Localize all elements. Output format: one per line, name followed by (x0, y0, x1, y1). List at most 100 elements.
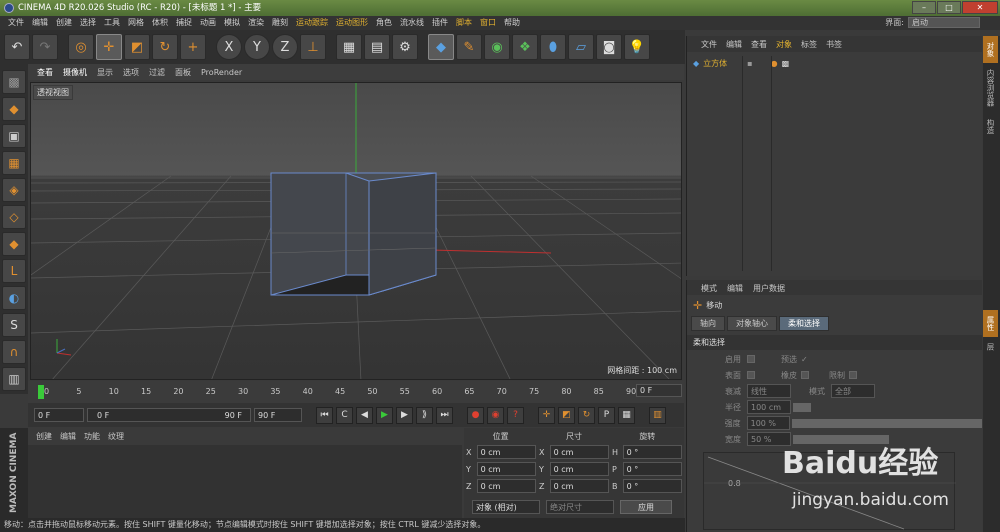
apply-button[interactable]: 应用 (620, 500, 672, 514)
key-scale-icon[interactable]: ◩ (558, 406, 575, 424)
width-field[interactable]: 50 % (747, 432, 791, 446)
viewport-menu-item-1[interactable]: 摄像机 (58, 67, 92, 78)
undo-icon[interactable]: ↶ (4, 34, 30, 60)
create-icon[interactable]: + (180, 34, 206, 60)
coord-field[interactable]: 0 cm (549, 479, 609, 493)
lock-icon[interactable]: ▥ (2, 367, 26, 391)
menu-item-5[interactable]: 网格 (124, 16, 148, 30)
enable-checkbox[interactable] (747, 355, 755, 363)
preview-check-icon[interactable]: ✓ (801, 355, 808, 364)
key-position-icon[interactable]: ✛ (538, 406, 555, 424)
attribute-menu-item-2[interactable]: 用户数据 (753, 283, 785, 293)
coord-field[interactable]: 0 ° (622, 479, 682, 493)
tab-soft-selection[interactable]: 柔和选择 (779, 316, 829, 331)
next-frame-icon[interactable]: ▶ (396, 406, 413, 424)
snap-icon[interactable]: S (2, 313, 26, 337)
coord-mode-dropdown[interactable]: 对象 (相对) (472, 500, 540, 514)
menu-item-8[interactable]: 动画 (196, 16, 220, 30)
menu-item-11[interactable]: 雕刻 (268, 16, 292, 30)
right-tab-2[interactable]: 构造 (983, 113, 998, 140)
attribute-menu-item-1[interactable]: 编辑 (727, 283, 743, 293)
points-mode-icon[interactable]: ◈ (2, 178, 26, 202)
menu-item-17[interactable]: 脚本 (452, 16, 476, 30)
right-tab-1[interactable]: 内容浏览器 (983, 63, 998, 113)
menu-item-3[interactable]: 选择 (76, 16, 100, 30)
prev-key-icon[interactable]: C (336, 406, 353, 424)
falloff-dropdown[interactable]: 线性 (747, 384, 791, 398)
menu-item-1[interactable]: 编辑 (28, 16, 52, 30)
axis-mode-icon[interactable]: L (2, 259, 26, 283)
timeline-window-icon[interactable]: ▥ (649, 406, 666, 424)
move-icon[interactable]: ✛ (96, 34, 122, 60)
restrict-checkbox[interactable] (849, 371, 857, 379)
menu-item-16[interactable]: 插件 (428, 16, 452, 30)
tab-object-axis[interactable]: 对象轴心 (727, 316, 777, 331)
key-rotation-icon[interactable]: ↻ (578, 406, 595, 424)
perspective-viewport[interactable]: 透视视图 网格间距 : 100 cm (30, 82, 682, 380)
viewport-menu-item-4[interactable]: 过滤 (144, 67, 170, 78)
end-frame-field[interactable]: 90 F (254, 408, 302, 422)
model-mode-icon[interactable]: ◆ (2, 97, 26, 121)
subdivision-icon[interactable]: ◉ (484, 34, 510, 60)
viewport-menu-item-6[interactable]: ProRender (196, 68, 247, 77)
minimize-button[interactable]: – (912, 1, 936, 14)
render-picture-viewer-icon[interactable]: ▤ (364, 34, 390, 60)
go-to-end-icon[interactable]: ⏭ (436, 406, 453, 424)
menu-item-12[interactable]: 运动跟踪 (292, 16, 332, 30)
scale-icon[interactable]: ◩ (124, 34, 150, 60)
playhead-marker[interactable] (38, 385, 44, 399)
play-icon[interactable]: ▶ (376, 406, 393, 424)
object-name[interactable]: 立方体 (703, 58, 743, 69)
right-tab-4[interactable]: 层 (983, 337, 998, 357)
strength-field[interactable]: 100 % (746, 416, 791, 430)
viewport-menu-item-5[interactable]: 面板 (170, 67, 196, 78)
coord-field[interactable]: 0 cm (476, 479, 536, 493)
coord-field[interactable]: 0 ° (622, 462, 682, 476)
coord-system-icon[interactable]: ⊥ (300, 34, 326, 60)
viewport-menu-item-2[interactable]: 显示 (92, 67, 118, 78)
camera-icon[interactable]: ◙ (596, 34, 622, 60)
object-menu-item-5[interactable]: 书签 (826, 39, 842, 50)
light-icon[interactable]: 💡 (624, 34, 650, 60)
coord-field[interactable]: 0 ° (622, 445, 682, 459)
falloff-graph[interactable]: 0.8 (703, 452, 956, 530)
object-menu-item-3[interactable]: 对象 (776, 39, 792, 50)
coord-field[interactable]: 0 cm (476, 445, 536, 459)
current-frame-field[interactable]: 0 F (636, 384, 682, 397)
start-frame-field[interactable]: 0 F (34, 408, 84, 422)
viewport-menu-item-0[interactable]: 查看 (32, 67, 58, 78)
menu-item-0[interactable]: 文件 (4, 16, 28, 30)
object-menu-item-2[interactable]: 查看 (751, 39, 767, 50)
record-keys-icon[interactable]: ● (467, 406, 484, 424)
material-menu-item-0[interactable]: 创建 (36, 431, 52, 442)
material-menu-item-1[interactable]: 编辑 (60, 431, 76, 442)
right-tab-0[interactable]: 对象 (983, 36, 998, 63)
tweak-mode-icon[interactable]: ◐ (2, 286, 26, 310)
z-axis-icon[interactable]: Z (272, 34, 298, 60)
x-axis-icon[interactable]: X (216, 34, 242, 60)
menu-item-4[interactable]: 工具 (100, 16, 124, 30)
render-view-icon[interactable]: ▦ (336, 34, 362, 60)
pen-icon[interactable]: ✎ (456, 34, 482, 60)
workplane-icon[interactable]: ▦ (2, 151, 26, 175)
right-tab-3[interactable]: 属性 (983, 309, 998, 337)
viewport-menu-item-3[interactable]: 选项 (118, 67, 144, 78)
floor-icon[interactable]: ▱ (568, 34, 594, 60)
coord-field[interactable]: 0 cm (476, 462, 536, 476)
rotate-icon[interactable]: ↻ (152, 34, 178, 60)
close-button[interactable]: ✕ (962, 1, 998, 14)
size-mode-dropdown[interactable]: 绝对尺寸 (546, 500, 614, 514)
layout-dropdown[interactable]: 启动 (908, 17, 980, 28)
surface-checkbox[interactable] (747, 371, 755, 379)
width-slider[interactable] (793, 434, 889, 444)
timeline[interactable]: 0 5 10 15 20 25 30 35 40 45 50 55 60 65 70 75 80 85 90 0 F (28, 381, 684, 403)
key-pla-icon[interactable]: ▦ (618, 406, 635, 424)
object-row-cube[interactable]: ◆ 立方体 ▪ ● ▩ (687, 56, 982, 70)
menu-item-14[interactable]: 角色 (372, 16, 396, 30)
radius-slider[interactable] (793, 402, 811, 412)
frame-range-slider[interactable]: 0 F 90 F (87, 408, 251, 422)
key-param-icon[interactable]: P (598, 406, 615, 424)
object-menu-item-4[interactable]: 标签 (801, 39, 817, 50)
magnet-icon[interactable]: ∩ (2, 340, 26, 364)
object-menu-item-1[interactable]: 编辑 (726, 39, 742, 50)
